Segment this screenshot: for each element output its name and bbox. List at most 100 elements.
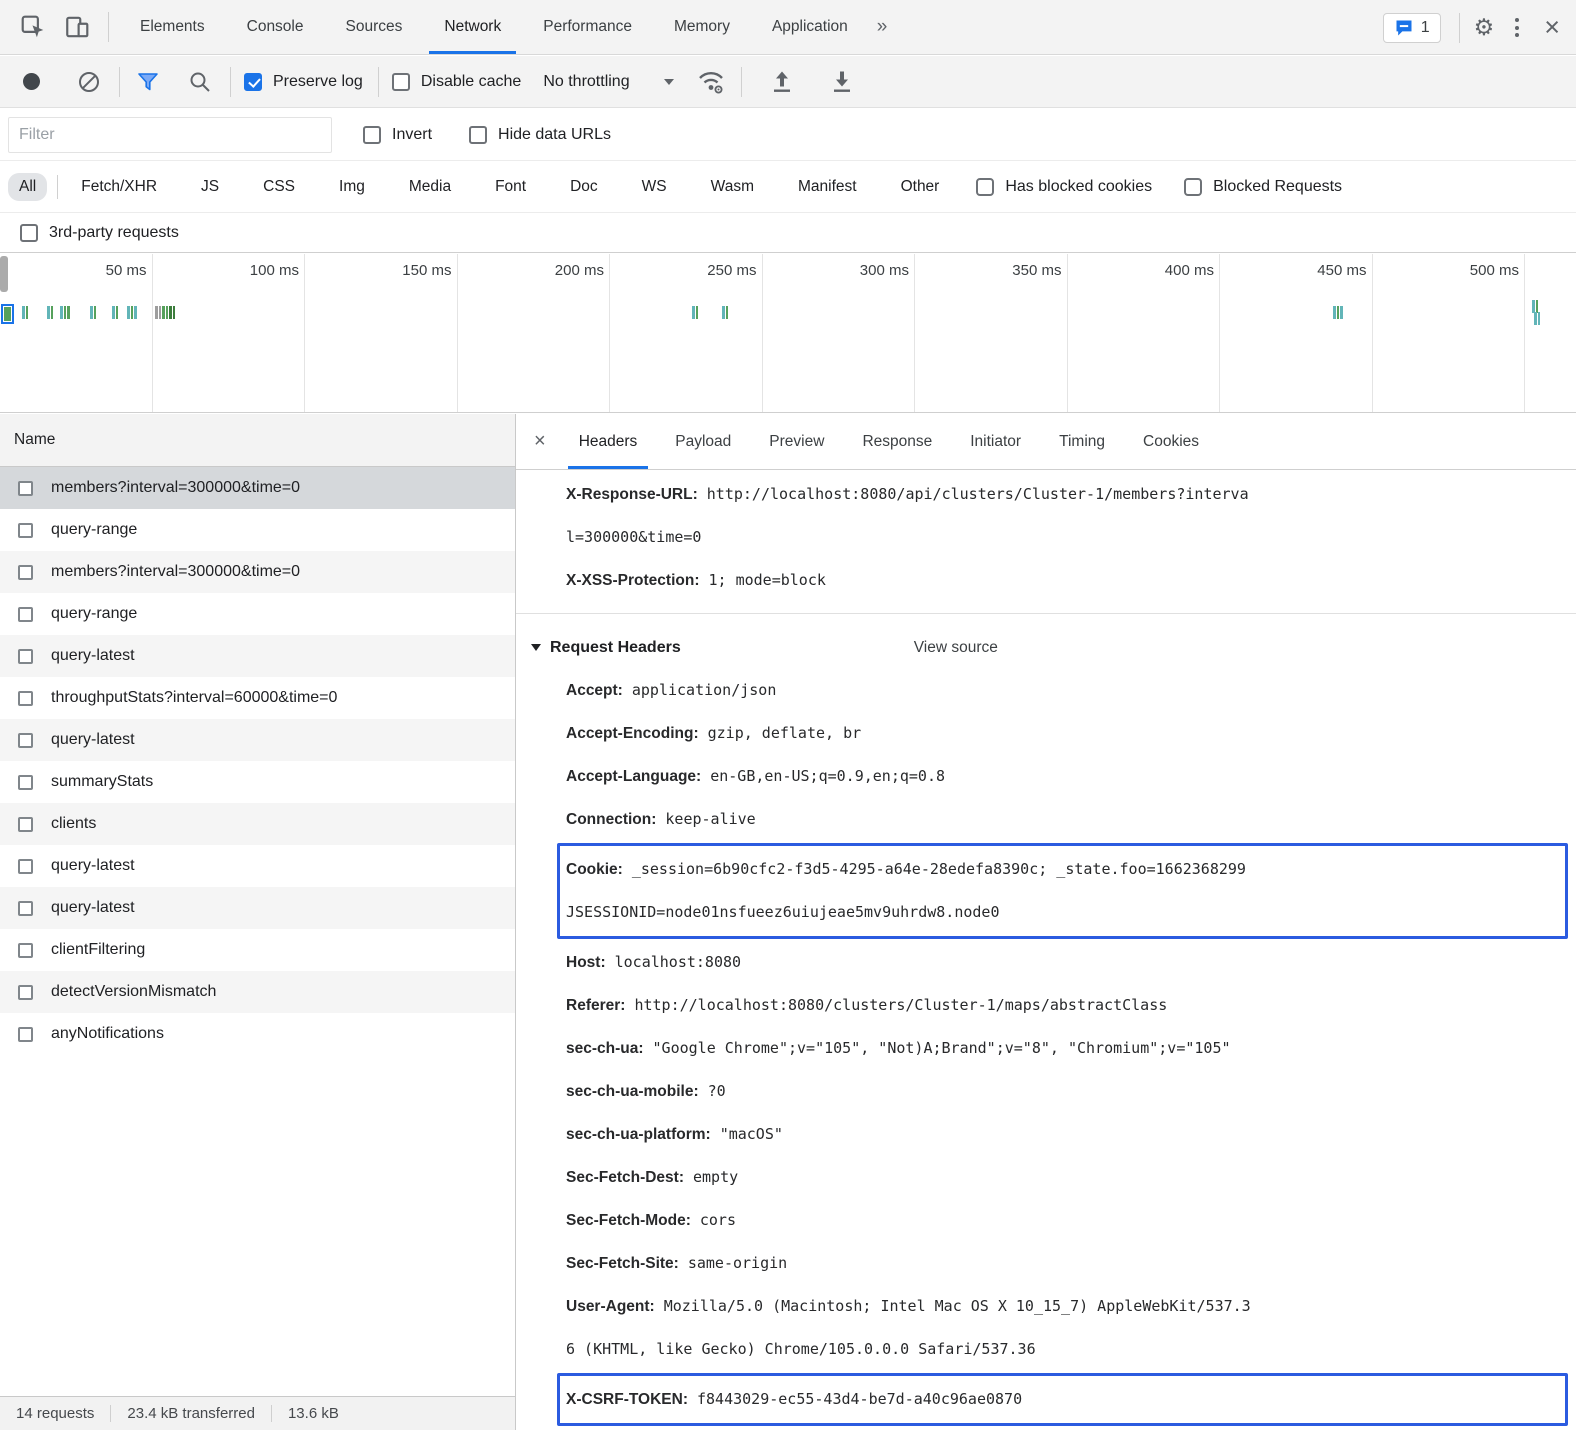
tab-sources[interactable]: Sources (325, 0, 424, 54)
divider (108, 12, 109, 42)
type-filter-js[interactable]: JS (190, 173, 230, 201)
table-row[interactable]: members?interval=300000&time=0 (0, 551, 515, 593)
tab-elements[interactable]: Elements (119, 0, 226, 54)
table-row[interactable]: summaryStats (0, 761, 515, 803)
inspect-element-icon[interactable] (18, 12, 48, 42)
row-checkbox[interactable] (18, 985, 33, 1000)
third-party-checkbox[interactable] (20, 224, 38, 242)
type-filter-fetch-xhr[interactable]: Fetch/XHR (70, 173, 168, 201)
record-network-log-icon[interactable] (23, 73, 40, 90)
tab-network[interactable]: Network (423, 0, 522, 54)
request-mark[interactable] (1534, 312, 1540, 325)
tab-performance[interactable]: Performance (522, 0, 653, 54)
table-row[interactable]: clientFiltering (0, 929, 515, 971)
view-source-button[interactable]: View source (914, 639, 998, 657)
request-headers-section[interactable]: Request Headers View source (516, 626, 1576, 669)
table-row[interactable]: members?interval=300000&time=0 (0, 467, 515, 509)
type-filter-css[interactable]: CSS (252, 173, 306, 201)
close-devtools-icon[interactable]: × (1544, 14, 1560, 41)
type-filter-manifest[interactable]: Manifest (787, 173, 868, 201)
row-checkbox[interactable] (18, 607, 33, 622)
type-filter-wasm[interactable]: Wasm (700, 173, 765, 201)
blocked-requests-checkbox[interactable] (1184, 178, 1202, 196)
table-row[interactable]: throughputStats?interval=60000&time=0 (0, 677, 515, 719)
table-row[interactable]: anyNotifications (0, 1013, 515, 1055)
request-mark[interactable] (692, 306, 698, 319)
row-checkbox[interactable] (18, 943, 33, 958)
network-toolbar: Preserve log Disable cache No throttling… (0, 56, 1576, 108)
row-checkbox[interactable] (18, 523, 33, 538)
type-filter-media[interactable]: Media (398, 173, 462, 201)
row-checkbox[interactable] (18, 565, 33, 580)
clear-network-log-icon[interactable] (74, 67, 104, 97)
row-checkbox[interactable] (18, 481, 33, 496)
detail-tab-response[interactable]: Response (843, 414, 951, 469)
header-value: f8443029-ec55-43d4-be7d-a40c96ae0870 (697, 1390, 1022, 1408)
tab-application[interactable]: Application (751, 0, 869, 54)
search-icon[interactable] (185, 67, 215, 97)
type-filter-ws[interactable]: WS (631, 173, 678, 201)
request-mark[interactable] (22, 306, 28, 319)
preserve-log-checkbox[interactable] (244, 73, 262, 91)
more-tabs-icon[interactable]: » (869, 16, 896, 38)
row-checkbox[interactable] (18, 775, 33, 790)
overview-handle[interactable] (0, 256, 8, 292)
har-export-icon[interactable] (827, 67, 857, 97)
request-mark[interactable] (722, 306, 728, 319)
invert-checkbox[interactable] (363, 126, 381, 144)
type-filter-all[interactable]: All (8, 173, 47, 201)
request-mark[interactable] (127, 306, 137, 319)
row-checkbox[interactable] (18, 649, 33, 664)
filter-input[interactable] (8, 117, 332, 153)
close-detail-icon[interactable]: × (516, 414, 560, 469)
table-row[interactable]: clients (0, 803, 515, 845)
detail-tab-timing[interactable]: Timing (1040, 414, 1124, 469)
issues-badge[interactable]: 1 (1383, 13, 1441, 43)
type-filter-font[interactable]: Font (484, 173, 537, 201)
detail-tab-headers[interactable]: Headers (560, 414, 657, 469)
table-row[interactable]: query-latest (0, 635, 515, 677)
tab-memory[interactable]: Memory (653, 0, 751, 54)
disable-cache-checkbox[interactable] (392, 73, 410, 91)
row-checkbox[interactable] (18, 691, 33, 706)
request-mark[interactable] (1333, 306, 1343, 319)
network-conditions-icon[interactable] (696, 67, 726, 97)
type-filter-img[interactable]: Img (328, 173, 376, 201)
device-toolbar-icon[interactable] (62, 12, 92, 42)
row-checkbox[interactable] (18, 733, 33, 748)
row-checkbox[interactable] (18, 901, 33, 916)
table-row[interactable]: query-latest (0, 887, 515, 929)
type-filter-other[interactable]: Other (890, 173, 951, 201)
detail-tab-initiator[interactable]: Initiator (951, 414, 1040, 469)
throttling-dropdown[interactable]: No throttling (543, 73, 673, 91)
tab-console[interactable]: Console (226, 0, 325, 54)
type-filter-doc[interactable]: Doc (559, 173, 609, 201)
more-options-icon[interactable] (1504, 18, 1530, 37)
settings-gear-icon[interactable]: ⚙ (1474, 16, 1495, 39)
request-mark[interactable] (47, 306, 53, 319)
table-row[interactable]: query-range (0, 593, 515, 635)
request-mark[interactable] (60, 306, 70, 319)
detail-tab-payload[interactable]: Payload (656, 414, 750, 469)
detail-tab-preview[interactable]: Preview (750, 414, 843, 469)
row-checkbox[interactable] (18, 1027, 33, 1042)
waterfall-overview[interactable]: 50 ms100 ms150 ms200 ms250 ms300 ms350 m… (0, 254, 1576, 413)
hide-data-urls-checkbox[interactable] (469, 126, 487, 144)
has-blocked-cookies-checkbox[interactable] (976, 178, 994, 196)
table-row[interactable]: query-latest (0, 845, 515, 887)
name-column-header[interactable]: Name (0, 414, 515, 467)
row-checkbox[interactable] (18, 859, 33, 874)
detail-tab-cookies[interactable]: Cookies (1124, 414, 1218, 469)
table-row[interactable]: query-range (0, 509, 515, 551)
selected-request-mark[interactable] (1, 304, 14, 324)
request-mark[interactable] (90, 306, 96, 319)
type-filter-bar: All Fetch/XHR JS CSS Img Media Font Doc WS Wasm M… (0, 162, 1576, 213)
row-checkbox[interactable] (18, 817, 33, 832)
table-row[interactable]: detectVersionMismatch (0, 971, 515, 1013)
filter-funnel-icon[interactable] (133, 67, 163, 97)
table-row[interactable]: query-latest (0, 719, 515, 761)
header-value: "Google Chrome";v="105", "Not)A;Brand";v… (653, 1039, 1231, 1057)
har-import-icon[interactable] (767, 67, 797, 97)
request-mark[interactable] (112, 306, 118, 319)
request-mark[interactable] (155, 306, 175, 319)
